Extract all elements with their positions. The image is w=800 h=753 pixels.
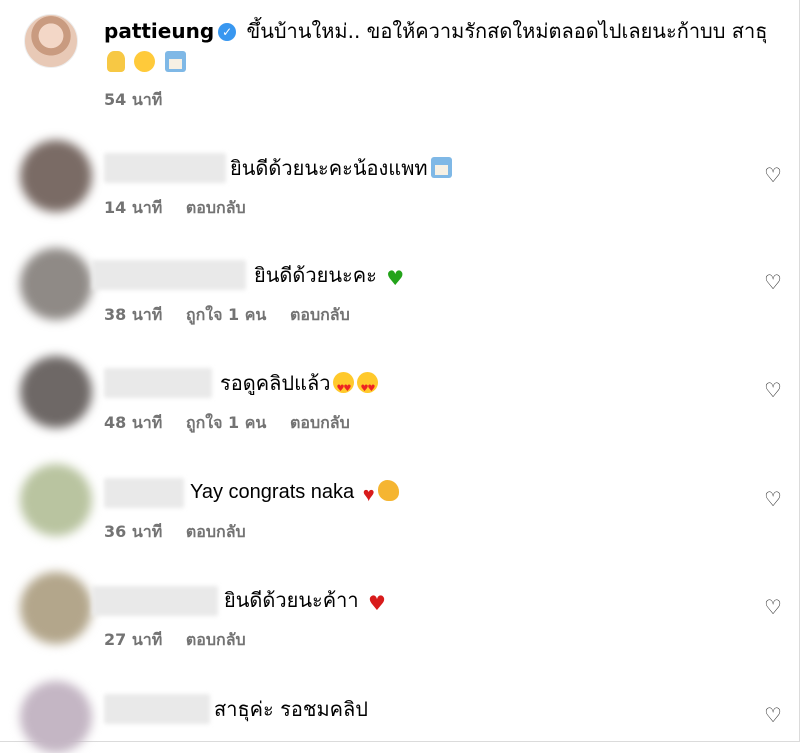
heart-outline-icon[interactable]: ♡ <box>762 164 784 186</box>
comment-meta: 36 นาที ตอบกลับ <box>104 520 264 545</box>
heart-outline-icon[interactable]: ♡ <box>762 379 784 401</box>
commenter-avatar[interactable] <box>20 572 92 644</box>
likes-count[interactable]: ถูกใจ 1 คน <box>186 413 266 432</box>
heart-eyes-emoji <box>333 372 355 404</box>
comment-time[interactable]: 38 นาที <box>104 305 162 324</box>
comment-time[interactable]: 27 นาที <box>104 630 162 649</box>
post-author-avatar[interactable] <box>24 14 78 68</box>
heart-outline-icon[interactable]: ♡ <box>762 704 784 726</box>
commenter-avatar[interactable] <box>20 140 92 212</box>
reply-button[interactable]: ตอบกลับ <box>290 413 350 432</box>
comment-text: ยินดีด้วยนะคะน้องแพท <box>230 153 452 183</box>
reply-button[interactable]: ตอบกลับ <box>186 198 246 217</box>
comment-text: สาธุค่ะ รอชมคลิป <box>214 697 368 721</box>
commenter-username[interactable] <box>104 153 226 183</box>
comment-item: รอดูคลิปแล้ว 48 นาที ถูกใจ 1 คน ตอบกลับ … <box>0 353 800 453</box>
comment-item: ยินดีด้วยนะคะ ♥ 38 นาที ถูกใจ 1 คน ตอบกล… <box>0 245 800 345</box>
comment-time[interactable]: 14 นาที <box>104 198 162 217</box>
comment-meta: 27 นาที ตอบกลับ <box>104 628 264 653</box>
clap-emoji <box>377 480 399 501</box>
heart-outline-icon[interactable]: ♡ <box>762 488 784 510</box>
comment-meta: 14 นาที ตอบกลับ <box>104 196 264 221</box>
comment-text: ยินดีด้วยนะคะ ♥ <box>254 260 404 293</box>
smiling-hearts-emoji <box>134 51 156 72</box>
red-heart-emoji: ♥ <box>367 591 386 615</box>
comment-text: Yay congrats naka ♥ <box>190 477 399 510</box>
commenter-avatar[interactable] <box>20 356 92 428</box>
likes-count[interactable]: ถูกใจ 1 คน <box>186 305 266 324</box>
house-emoji <box>430 157 452 178</box>
reply-button[interactable]: ตอบกลับ <box>186 630 246 649</box>
comment-meta: 48 นาที ถูกใจ 1 คน ตอบกลับ <box>104 411 368 436</box>
commenter-avatar[interactable] <box>20 681 92 753</box>
commenter-username[interactable] <box>104 478 184 508</box>
green-heart-emoji: ♥ <box>386 266 405 290</box>
caption-text: ขึ้นบ้านใหม่.. ขอให้ความรักสดใหม่ตลอดไปเ… <box>246 19 768 43</box>
comment-item: ยินดีด้วยนะคะน้องแพท 14 นาที ตอบกลับ ♡ <box>0 138 800 238</box>
post-time: 54 นาที <box>104 90 163 109</box>
commenter-username[interactable] <box>104 368 212 398</box>
commenter-avatar[interactable] <box>20 464 92 536</box>
post-username[interactable]: pattieung <box>104 19 214 43</box>
comments-panel: pattieung ✓ ขึ้นบ้านใหม่.. ขอให้ความรักสด… <box>0 0 800 753</box>
verified-badge-icon: ✓ <box>218 23 237 41</box>
heart-outline-icon[interactable]: ♡ <box>762 596 784 618</box>
comment-text: ยินดีด้วยนะค้าา ♥ <box>224 585 386 618</box>
pray-emoji <box>107 51 125 72</box>
heart-outline-icon[interactable]: ♡ <box>762 271 784 293</box>
caption-body: pattieung ✓ ขึ้นบ้านใหม่.. ขอให้ความรักสด… <box>104 16 784 78</box>
red-heart-emoji: ♥ <box>362 484 375 506</box>
reply-button[interactable]: ตอบกลับ <box>186 522 246 541</box>
commenter-username[interactable] <box>92 260 246 290</box>
commenter-username[interactable] <box>104 694 210 724</box>
comment-item: Yay congrats naka ♥ 36 นาที ตอบกลับ ♡ <box>0 462 800 562</box>
commenter-username[interactable] <box>92 586 218 616</box>
comment-time[interactable]: 48 นาที <box>104 413 162 432</box>
comment-item: ยินดีด้วยนะค้าา ♥ 27 นาที ตอบกลับ ♡ <box>0 570 800 670</box>
comment-text: รอดูคลิปแล้ว <box>220 368 379 404</box>
reply-button[interactable]: ตอบกลับ <box>290 305 350 324</box>
comment-item: สาธุค่ะ รอชมคลิป ♡ <box>0 678 800 753</box>
house-emoji <box>164 51 186 72</box>
comment-time[interactable]: 36 นาที <box>104 522 162 541</box>
commenter-avatar[interactable] <box>20 248 92 320</box>
heart-eyes-emoji <box>357 372 379 404</box>
comment-meta: 38 นาที ถูกใจ 1 คน ตอบกลับ <box>104 303 368 328</box>
